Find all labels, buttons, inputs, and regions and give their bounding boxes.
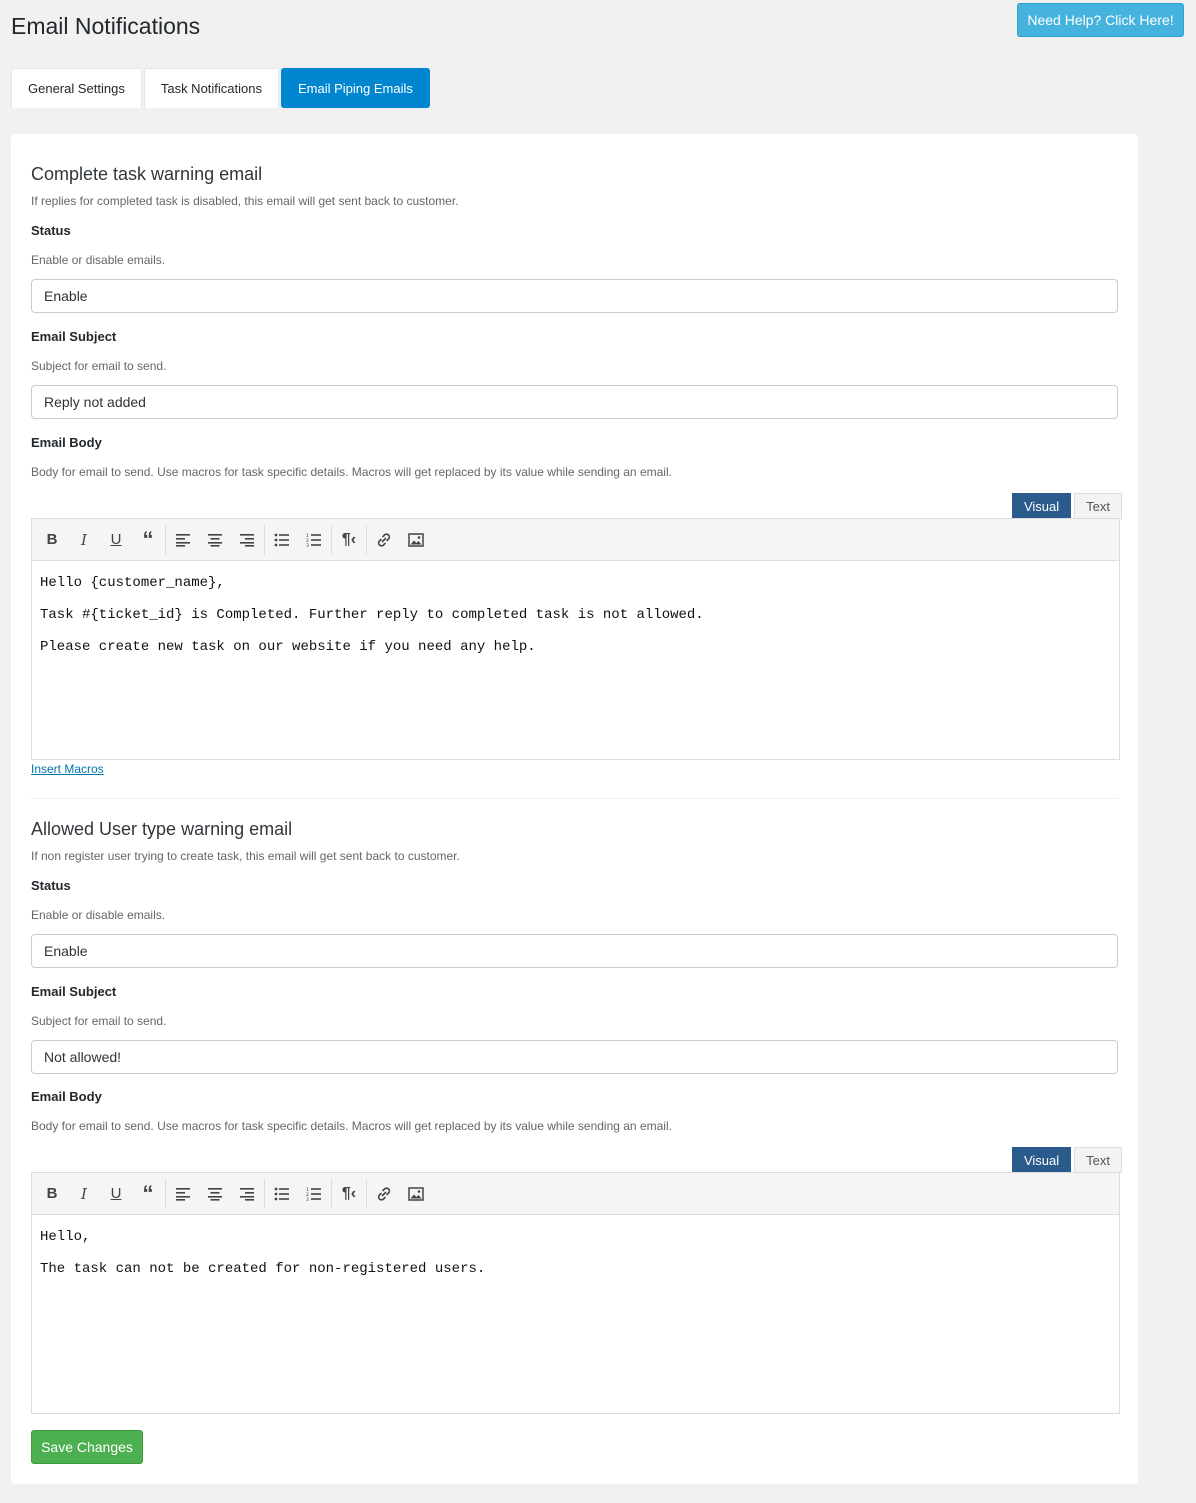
email-body-editor: B I U “ 123 xyxy=(31,518,1120,760)
bold-icon[interactable]: B xyxy=(36,525,68,555)
toolbar-separator xyxy=(331,524,332,555)
subject-input[interactable]: Not allowed! xyxy=(31,1040,1118,1074)
bullet-list-icon[interactable] xyxy=(266,1179,298,1209)
underline-icon[interactable]: U xyxy=(100,1179,132,1209)
editor-tab-visual[interactable]: Visual xyxy=(1011,1147,1072,1173)
underline-icon[interactable]: U xyxy=(100,525,132,555)
status-select[interactable]: Enable xyxy=(31,934,1118,968)
status-label: Status xyxy=(31,878,71,893)
editor-content[interactable]: Hello, The task can not be created for n… xyxy=(32,1215,1119,1413)
italic-icon[interactable]: I xyxy=(68,1179,100,1209)
blockquote-icon[interactable]: “ xyxy=(132,525,164,555)
align-left-icon[interactable] xyxy=(167,1179,199,1209)
link-icon[interactable] xyxy=(368,525,400,555)
body-line: Hello, xyxy=(40,1229,91,1245)
editor-tab-text[interactable]: Text xyxy=(1074,1147,1122,1173)
body-hint: Body for email to send. Use macros for t… xyxy=(31,465,672,479)
email-body-editor: B I U “ 123 xyxy=(31,1172,1120,1414)
toolbar-separator xyxy=(165,524,166,555)
image-icon[interactable] xyxy=(400,525,432,555)
status-select[interactable]: Enable xyxy=(31,279,1118,313)
editor-toolbar: B I U “ 123 ¶‹ xyxy=(32,519,1119,561)
subject-hint: Subject for email to send. xyxy=(31,359,167,373)
align-left-icon[interactable] xyxy=(167,525,199,555)
toolbar-separator xyxy=(366,524,367,555)
body-hint: Body for email to send. Use macros for t… xyxy=(31,1119,672,1133)
link-icon[interactable] xyxy=(368,1179,400,1209)
svg-text:3: 3 xyxy=(306,1197,309,1201)
section-description: If non register user trying to create ta… xyxy=(31,849,460,863)
section-divider xyxy=(31,798,1118,799)
paragraph-icon[interactable]: ¶‹ xyxy=(333,1179,365,1209)
tab-general-settings[interactable]: General Settings xyxy=(11,68,142,108)
complete-task-warning-section: Complete task warning email If replies f… xyxy=(31,162,1122,776)
toolbar-separator xyxy=(331,1178,332,1209)
numbered-list-icon[interactable]: 123 xyxy=(298,525,330,555)
paragraph-icon[interactable]: ¶‹ xyxy=(333,525,365,555)
italic-icon[interactable]: I xyxy=(68,525,100,555)
save-changes-button[interactable]: Save Changes xyxy=(31,1430,143,1464)
body-line: The task can not be created for non-regi… xyxy=(40,1261,486,1277)
bullet-list-icon[interactable] xyxy=(266,525,298,555)
body-line: Task #{ticket_id} is Completed. Further … xyxy=(40,607,704,623)
editor-tab-text[interactable]: Text xyxy=(1074,493,1122,519)
editor-toolbar: B I U “ 123 ¶‹ xyxy=(32,1173,1119,1215)
align-center-icon[interactable] xyxy=(199,525,231,555)
blockquote-icon[interactable]: “ xyxy=(132,1179,164,1209)
allowed-user-type-warning-section: Allowed User type warning email If non r… xyxy=(31,817,1122,1414)
insert-macros-link[interactable]: Insert Macros xyxy=(31,762,104,776)
bold-icon[interactable]: B xyxy=(36,1179,68,1209)
toolbar-separator xyxy=(264,524,265,555)
numbered-list-icon[interactable]: 123 xyxy=(298,1179,330,1209)
page-title: Email Notifications xyxy=(11,13,201,39)
tab-task-notifications[interactable]: Task Notifications xyxy=(143,68,279,108)
body-line: Hello {customer_name}, xyxy=(40,575,225,591)
subject-label: Email Subject xyxy=(31,329,117,344)
body-label: Email Body xyxy=(31,435,102,450)
help-button[interactable]: Need Help? Click Here! xyxy=(1017,3,1184,37)
align-right-icon[interactable] xyxy=(231,1179,263,1209)
toolbar-separator xyxy=(366,1178,367,1209)
status-hint: Enable or disable emails. xyxy=(31,908,166,922)
editor-mode-tabs: Visual Text xyxy=(1011,493,1122,519)
align-right-icon[interactable] xyxy=(231,525,263,555)
toolbar-separator xyxy=(264,1178,265,1209)
editor-tab-visual[interactable]: Visual xyxy=(1011,493,1072,519)
subject-label: Email Subject xyxy=(31,984,117,999)
svg-text:3: 3 xyxy=(306,543,309,547)
align-center-icon[interactable] xyxy=(199,1179,231,1209)
tab-email-piping-emails[interactable]: Email Piping Emails xyxy=(281,68,430,108)
subject-input[interactable]: Reply not added xyxy=(31,385,1118,419)
body-line: Please create new task on our website if… xyxy=(40,639,536,655)
subject-hint: Subject for email to send. xyxy=(31,1014,167,1028)
editor-mode-tabs: Visual Text xyxy=(1011,1147,1122,1173)
settings-panel: Complete task warning email If replies f… xyxy=(11,134,1138,1484)
image-icon[interactable] xyxy=(400,1179,432,1209)
toolbar-separator xyxy=(165,1178,166,1209)
section-title: Allowed User type warning email xyxy=(31,819,293,839)
settings-tabs: General Settings Task Notifications Emai… xyxy=(11,68,430,108)
status-hint: Enable or disable emails. xyxy=(31,253,166,267)
status-label: Status xyxy=(31,223,71,238)
section-description: If replies for completed task is disable… xyxy=(31,194,459,208)
body-label: Email Body xyxy=(31,1089,102,1104)
section-title: Complete task warning email xyxy=(31,164,263,184)
editor-content[interactable]: Hello {customer_name}, Task #{ticket_id}… xyxy=(32,561,1119,759)
